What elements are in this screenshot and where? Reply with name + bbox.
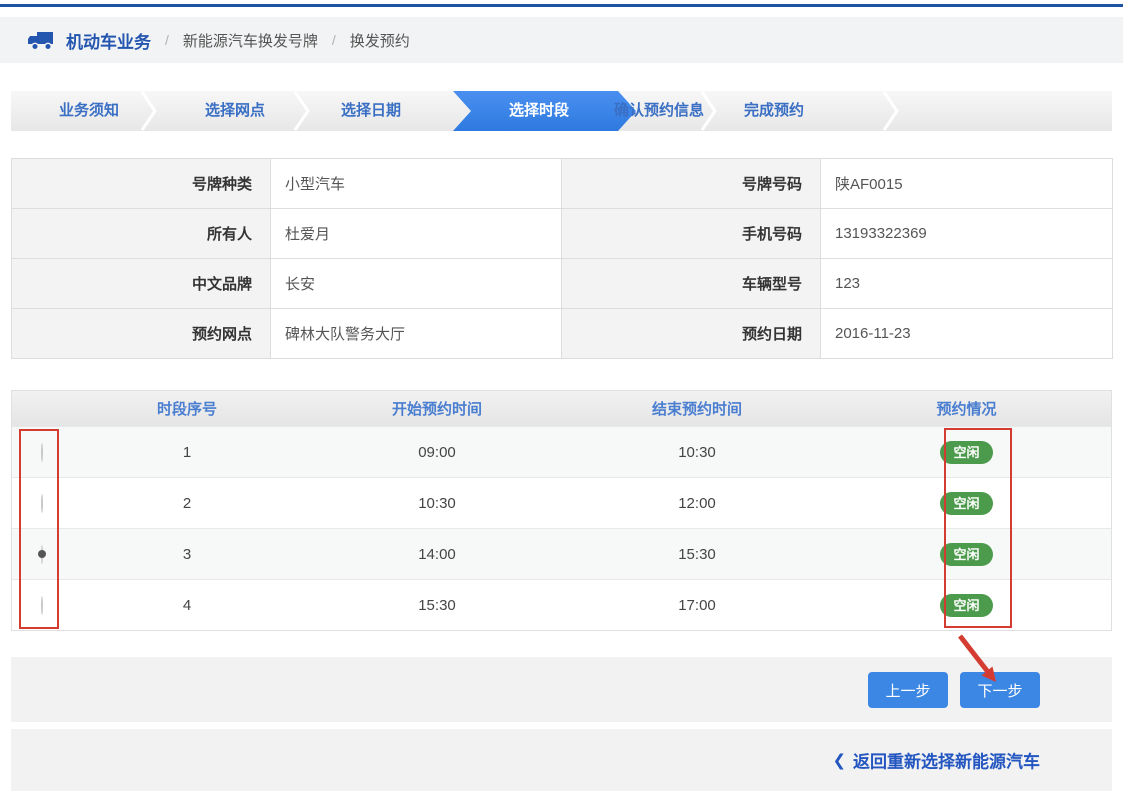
breadcrumb-level3: 换发预约	[350, 30, 410, 51]
slot-seq: 3	[72, 546, 302, 563]
info-label: 号牌种类	[12, 159, 271, 209]
info-value: 陕AF0015	[821, 159, 1113, 209]
info-label: 所有人	[12, 209, 271, 259]
previous-step-button[interactable]: 上一步	[868, 672, 948, 708]
back-link-label: 返回重新选择新能源汽车	[853, 748, 1040, 773]
slot-seq: 2	[72, 495, 302, 512]
info-label: 中文品牌	[12, 259, 271, 309]
top-accent-line	[0, 4, 1123, 7]
info-label: 手机号码	[562, 209, 821, 259]
slot-start: 15:30	[302, 597, 572, 614]
slot-start: 10:30	[302, 495, 572, 512]
step-business-notice: 业务须知	[59, 91, 119, 131]
back-link-band: ❮ 返回重新选择新能源汽车	[11, 729, 1112, 791]
chevron-separator-icon	[882, 91, 900, 131]
slot-seq: 4	[72, 597, 302, 614]
info-label: 车辆型号	[562, 259, 821, 309]
info-value: 123	[821, 259, 1113, 309]
breadcrumb: 机动车业务 / 新能源汽车换发号牌 / 换发预约	[0, 17, 1123, 63]
info-label: 预约网点	[12, 309, 271, 359]
step-select-site: 选择网点	[205, 91, 265, 131]
info-value: 杜爱月	[271, 209, 562, 259]
breadcrumb-separator: /	[332, 32, 336, 48]
info-label: 号牌号码	[562, 159, 821, 209]
page: 机动车业务 / 新能源汽车换发号牌 / 换发预约 业务须知 选择网点 选择日期 …	[0, 0, 1123, 801]
action-button-band: 上一步 下一步	[11, 657, 1112, 722]
slot-end: 17:00	[572, 597, 822, 614]
annotation-box-radios	[19, 429, 59, 629]
step-select-date: 选择日期	[341, 91, 401, 131]
header-slot-seq: 时段序号	[72, 398, 302, 419]
truck-icon	[28, 29, 56, 51]
breadcrumb-level2: 新能源汽车换发号牌	[183, 30, 318, 51]
slot-start: 14:00	[302, 546, 572, 563]
step-progress-bar: 业务须知 选择网点 选择日期 选择时段 确认预约信息 完成预约	[11, 91, 1112, 131]
step-complete: 完成预约	[744, 91, 804, 131]
annotation-arrow-icon	[948, 632, 1018, 699]
info-value: 2016-11-23	[821, 309, 1113, 359]
slot-end: 12:00	[572, 495, 822, 512]
info-value: 碑林大队警务大厅	[271, 309, 562, 359]
vehicle-info-table: 号牌种类 小型汽车 号牌号码 陕AF0015 所有人 杜爱月 手机号码 1319…	[11, 158, 1113, 359]
step-confirm-info: 确认预约信息	[614, 91, 704, 131]
header-start-time: 开始预约时间	[302, 398, 572, 419]
info-label: 预约日期	[562, 309, 821, 359]
slot-end: 10:30	[572, 444, 822, 461]
breadcrumb-separator: /	[165, 32, 169, 48]
info-value: 13193322369	[821, 209, 1113, 259]
annotation-box-badges	[944, 428, 1012, 628]
slot-seq: 1	[72, 444, 302, 461]
info-value: 小型汽车	[271, 159, 562, 209]
slot-start: 09:00	[302, 444, 572, 461]
slot-end: 15:30	[572, 546, 822, 563]
chevron-separator-icon	[293, 91, 311, 131]
header-status: 预约情况	[822, 398, 1111, 419]
breadcrumb-section-title[interactable]: 机动车业务	[66, 28, 151, 53]
header-end-time: 结束预约时间	[572, 398, 822, 419]
chevron-left-icon: ❮	[833, 750, 846, 770]
back-to-vehicle-select-link[interactable]: ❮ 返回重新选择新能源汽车	[833, 748, 1040, 773]
chevron-separator-icon	[140, 91, 158, 131]
step-select-timeslot: 选择时段	[509, 91, 569, 131]
info-value: 长安	[271, 259, 562, 309]
timeslot-table-header: 时段序号 开始预约时间 结束预约时间 预约情况	[12, 391, 1111, 426]
